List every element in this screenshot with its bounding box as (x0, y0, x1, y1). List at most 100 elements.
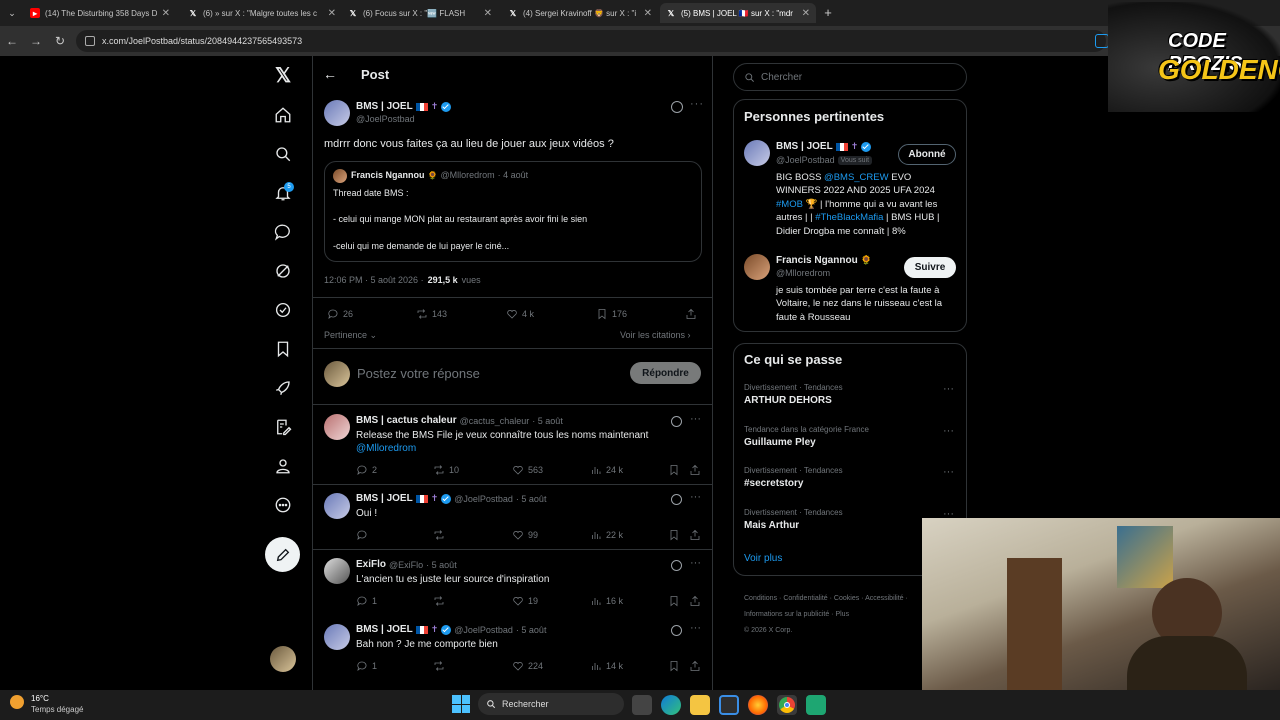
reply-author[interactable]: BMS | JOEL ✝ @JoelPostbad · 5 août (356, 624, 546, 635)
compose-post-button[interactable] (265, 537, 300, 572)
more-options-icon[interactable]: ··· (690, 98, 704, 110)
account-avatar[interactable] (270, 646, 296, 672)
browser-tab[interactable]: 𝕏 (4) Sergei Kravinoff 🦁 sur X : "i ✕ (502, 3, 658, 23)
reply-submit-button[interactable]: Répondre (630, 362, 701, 384)
repost-button[interactable] (433, 595, 449, 607)
avatar[interactable] (324, 624, 350, 650)
more-options-icon[interactable]: ··· (690, 622, 701, 634)
avatar[interactable] (324, 414, 350, 440)
taskbar-search[interactable]: Rechercher (478, 693, 624, 715)
views-button[interactable]: 16 k (590, 595, 623, 607)
views-button[interactable]: 22 k (590, 529, 623, 541)
repost-button[interactable] (433, 529, 449, 541)
reply-button[interactable] (356, 529, 372, 541)
browser-tab[interactable]: ▸ (14) The Disturbing 358 Days D ✕ (24, 3, 176, 23)
back-button[interactable]: ← (323, 66, 337, 82)
footer-link[interactable]: Confidentialité (783, 595, 827, 602)
search-input[interactable]: Chercher (733, 63, 967, 91)
follow-button[interactable]: Suivre (904, 257, 956, 278)
like-button[interactable]: 224 (512, 660, 543, 672)
app-icon[interactable] (806, 695, 826, 715)
share-button[interactable] (689, 660, 701, 672)
browser-tab-active[interactable]: 𝕏 (5) BMS | JOEL 🇫🇷 sur X : "mdr ✕ (660, 3, 816, 23)
bookmark-button[interactable] (668, 464, 680, 476)
like-button[interactable]: 4 k (506, 308, 534, 320)
task-view-icon[interactable] (632, 695, 652, 715)
close-tab-icon[interactable]: ✕ (644, 8, 652, 19)
firefox-icon[interactable] (748, 695, 768, 715)
grok-icon[interactable] (671, 625, 682, 636)
new-tab-icon[interactable]: + (820, 4, 836, 20)
tab-search-icon[interactable]: ⌄ (4, 5, 20, 21)
avatar[interactable] (324, 493, 350, 519)
close-tab-icon[interactable]: ✕ (328, 8, 336, 19)
like-button[interactable]: 99 (512, 529, 538, 541)
show-more-link[interactable]: Voir plus (744, 553, 782, 564)
footer-link[interactable]: Conditions (744, 595, 777, 602)
reply-input[interactable]: Postez votre réponse (357, 366, 480, 381)
more-options-icon[interactable]: ··· (943, 425, 954, 437)
close-tab-icon[interactable]: ✕ (162, 8, 170, 19)
reply-author[interactable]: ExiFlo @ExiFlo · 5 août (356, 559, 457, 570)
sort-dropdown[interactable]: Pertinence ⌄ (324, 330, 377, 341)
more-options-icon[interactable]: ··· (943, 383, 954, 395)
profile-icon[interactable] (272, 455, 294, 477)
articles-icon[interactable] (272, 416, 294, 438)
post-handle[interactable]: @JoelPostbad (356, 114, 415, 124)
trend-item[interactable]: Divertissement · Tendances #secretstory ··… (744, 466, 956, 489)
windows-start-icon[interactable] (452, 695, 470, 713)
grok-icon[interactable] (671, 101, 683, 113)
footer-link[interactable]: Cookies (834, 595, 859, 602)
store-icon[interactable] (719, 695, 739, 715)
mention-link[interactable]: @Mlloredrom (356, 443, 416, 454)
weather-desc[interactable]: Temps dégagé (31, 705, 83, 714)
person-name[interactable]: Francis Ngannou 🌻 (776, 255, 872, 266)
bookmarks-icon[interactable] (272, 338, 294, 360)
view-quotes-link[interactable]: Voir les citations › (620, 330, 691, 340)
rocket-icon[interactable] (272, 377, 294, 399)
weather-moon-icon[interactable] (10, 695, 24, 709)
more-options-icon[interactable]: ··· (690, 557, 701, 569)
premium-verified-icon[interactable] (272, 299, 294, 321)
repost-button[interactable] (433, 660, 449, 672)
grok-icon[interactable] (671, 416, 682, 427)
like-button[interactable]: 19 (512, 595, 538, 607)
chrome-icon-container[interactable] (777, 695, 797, 715)
extension-icon[interactable] (1095, 34, 1109, 48)
weather-temp[interactable]: 16°C (31, 694, 49, 703)
share-button[interactable] (689, 464, 701, 476)
reload-icon[interactable]: ↻ (50, 31, 70, 51)
footer-link[interactable]: Accessibilité (865, 595, 904, 602)
avatar[interactable] (324, 100, 350, 126)
footer-link[interactable]: Plus (835, 611, 849, 618)
repost-button[interactable]: 10 (433, 464, 459, 476)
bookmark-button[interactable] (668, 660, 680, 672)
avatar[interactable] (324, 558, 350, 584)
person-name[interactable]: BMS | JOEL ✝ (776, 141, 872, 152)
site-info-icon[interactable] (85, 36, 95, 46)
edge-browser-icon[interactable] (661, 695, 681, 715)
back-arrow-icon[interactable]: ← (2, 31, 22, 51)
footer-link[interactable]: Informations sur la publicité (744, 611, 829, 618)
reply-button[interactable]: 1 (356, 660, 377, 672)
repost-button[interactable]: 143 (416, 308, 447, 320)
share-button[interactable] (685, 308, 697, 320)
bookmark-button[interactable] (668, 529, 680, 541)
bookmark-button[interactable] (668, 595, 680, 607)
grok-icon[interactable] (671, 494, 682, 505)
browser-tab[interactable]: 𝕏 (6) » sur X : "Malgre toutes les c ✕ (182, 3, 342, 23)
avatar[interactable] (744, 140, 770, 166)
views-button[interactable]: 14 k (590, 660, 623, 672)
reply-button[interactable]: 2 (356, 464, 377, 476)
browser-tab[interactable]: 𝕏 (6) Focus sur X : "🆕 FLASH ✕ (342, 3, 498, 23)
avatar[interactable] (744, 254, 770, 280)
share-button[interactable] (689, 595, 701, 607)
share-button[interactable] (689, 529, 701, 541)
following-button[interactable]: Abonné (898, 144, 956, 165)
forward-arrow-icon[interactable]: → (26, 31, 46, 51)
more-options-icon[interactable]: ··· (943, 466, 954, 478)
file-explorer-icon[interactable] (690, 695, 710, 715)
trend-item[interactable]: Tendance dans la catégorie France Guillau… (744, 425, 956, 448)
bookmark-button[interactable]: 176 (596, 308, 627, 320)
grok-icon[interactable] (272, 260, 294, 282)
